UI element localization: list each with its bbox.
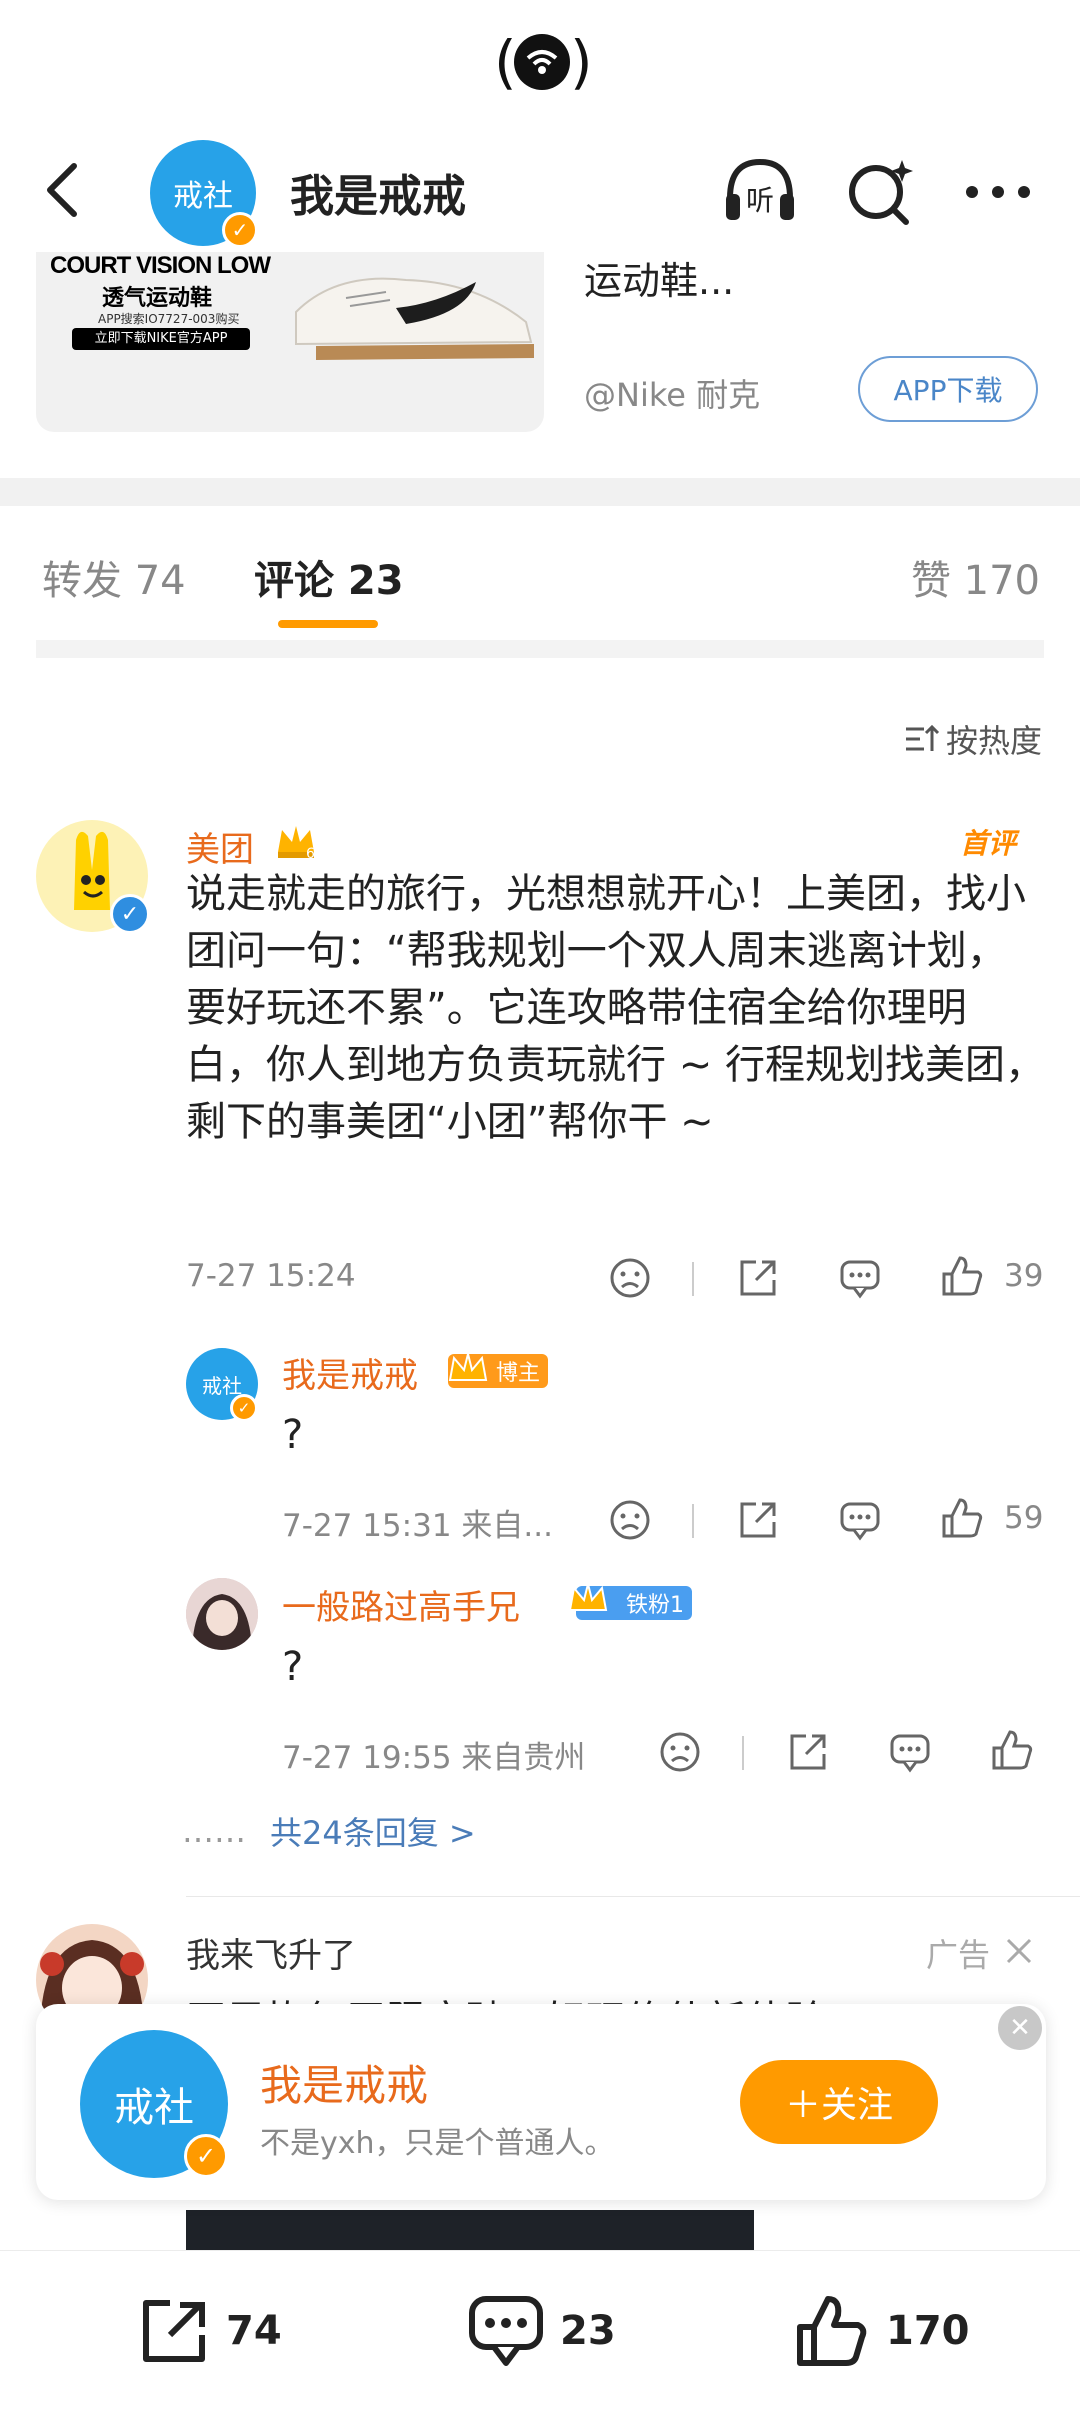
follow-bio: 不是yxh，只是个普通人。 — [260, 2126, 615, 2161]
top-nav: 戒社 ✓ 我是戒戒 听 — [0, 130, 1080, 250]
ad-image[interactable]: COURT VISION LOW 透气运动鞋 APP搜索IO7727-003购买… — [36, 252, 544, 432]
repost-icon — [143, 2300, 205, 2362]
listen-icon[interactable]: 听 — [720, 154, 800, 230]
reply-icon[interactable] — [886, 1728, 934, 1776]
ad-label: 广告 — [926, 1936, 991, 1974]
reply-icon[interactable] — [836, 1496, 884, 1544]
dislike-icon[interactable] — [656, 1728, 704, 1776]
app-download-button[interactable]: APP下载 — [858, 356, 1038, 422]
close-icon[interactable]: ✕ — [998, 2006, 1042, 2050]
share-icon[interactable] — [734, 1496, 782, 1544]
reply-name[interactable]: 一般路过高手兄 — [282, 1580, 520, 1629]
more-icon[interactable] — [958, 154, 1038, 230]
divider — [742, 1736, 744, 1770]
repost-button[interactable]: 74 — [136, 2291, 282, 2371]
share-icon[interactable] — [734, 1254, 782, 1302]
active-tab-indicator — [278, 620, 378, 628]
close-icon[interactable] — [1004, 1936, 1034, 1966]
dislike-icon[interactable] — [606, 1496, 654, 1544]
reply-name[interactable]: 我是戒戒 — [282, 1348, 418, 1397]
section-divider — [0, 478, 1080, 506]
like-icon — [797, 2296, 867, 2366]
ad-source[interactable]: @Nike 耐克 — [584, 370, 760, 416]
tab-likes[interactable]: 赞 170 — [911, 548, 1040, 606]
commenter-name[interactable]: 我来飞升了 — [186, 1928, 356, 1977]
follow-button[interactable]: ＋关注 — [740, 2060, 938, 2144]
tab-repost[interactable]: 转发 74 — [42, 548, 186, 606]
divider — [692, 1504, 694, 1538]
status-indicator: ( ) — [494, 28, 593, 96]
user-photo-icon — [186, 1578, 258, 1650]
verified-badge-icon: ✓ — [110, 894, 150, 934]
verified-badge-icon: ✓ — [230, 1394, 258, 1422]
verified-badge-icon: ✓ — [222, 212, 258, 248]
reply-time: 7-27 19:55 来自贵州 — [282, 1740, 586, 1776]
follow-name[interactable]: 我是戒戒 — [260, 2052, 428, 2113]
bottom-action-bar: 74 23 170 — [0, 2250, 1080, 2412]
like-count: 39 — [1004, 1258, 1044, 1294]
svg-text:听: 听 — [746, 184, 774, 217]
ad-title[interactable]: 运动鞋... — [584, 250, 734, 305]
comment-time: 7-27 15:24 — [186, 1258, 356, 1294]
crown-icon — [568, 1583, 608, 1611]
first-comment-badge: 首评 — [960, 827, 1017, 860]
back-icon[interactable] — [38, 160, 88, 220]
shoe-image — [295, 277, 534, 360]
commenter-name[interactable]: 美团 — [186, 822, 254, 871]
dislike-icon[interactable] — [606, 1254, 654, 1302]
reply-icon[interactable] — [836, 1254, 884, 1302]
tab-comments[interactable]: 评论 23 — [254, 548, 404, 606]
verified-badge-icon: ✓ — [184, 2134, 228, 2178]
comment-divider — [186, 1896, 1080, 1897]
more-replies-link[interactable]: …… 共24条回复 > — [182, 1808, 476, 1854]
like-button[interactable]: 170 — [792, 2291, 970, 2371]
reply-text: ? — [282, 1644, 304, 1690]
like-count: 59 — [1004, 1500, 1044, 1536]
comment-button[interactable]: 23 — [466, 2291, 616, 2371]
like-icon[interactable] — [938, 1494, 986, 1542]
comment-icon — [469, 2296, 543, 2366]
like-icon[interactable] — [988, 1726, 1036, 1774]
broadcast-icon — [526, 50, 558, 74]
share-icon[interactable] — [784, 1728, 832, 1776]
section-divider — [36, 640, 1044, 658]
reply-text: ? — [282, 1412, 304, 1458]
svg-text:6: 6 — [306, 846, 315, 862]
like-icon[interactable] — [938, 1252, 986, 1300]
crown-level-icon: 6 — [278, 826, 315, 862]
divider — [692, 1262, 694, 1296]
crown-icon — [448, 1353, 488, 1381]
comment-text: 说走就走的旅行，光想想就开心！上美团，找小团问一句：“帮我规划一个双人周末逃离计… — [186, 871, 1045, 1145]
ad-media-image[interactable] — [186, 2210, 754, 2250]
search-icon[interactable] — [842, 154, 922, 230]
reply-avatar[interactable] — [186, 1578, 258, 1650]
sort-button[interactable]: 按热度 — [904, 716, 1042, 762]
reply-time: 7-27 15:31 来自... — [282, 1508, 553, 1544]
sort-icon — [905, 724, 940, 751]
page-title: 我是戒戒 — [290, 171, 466, 222]
